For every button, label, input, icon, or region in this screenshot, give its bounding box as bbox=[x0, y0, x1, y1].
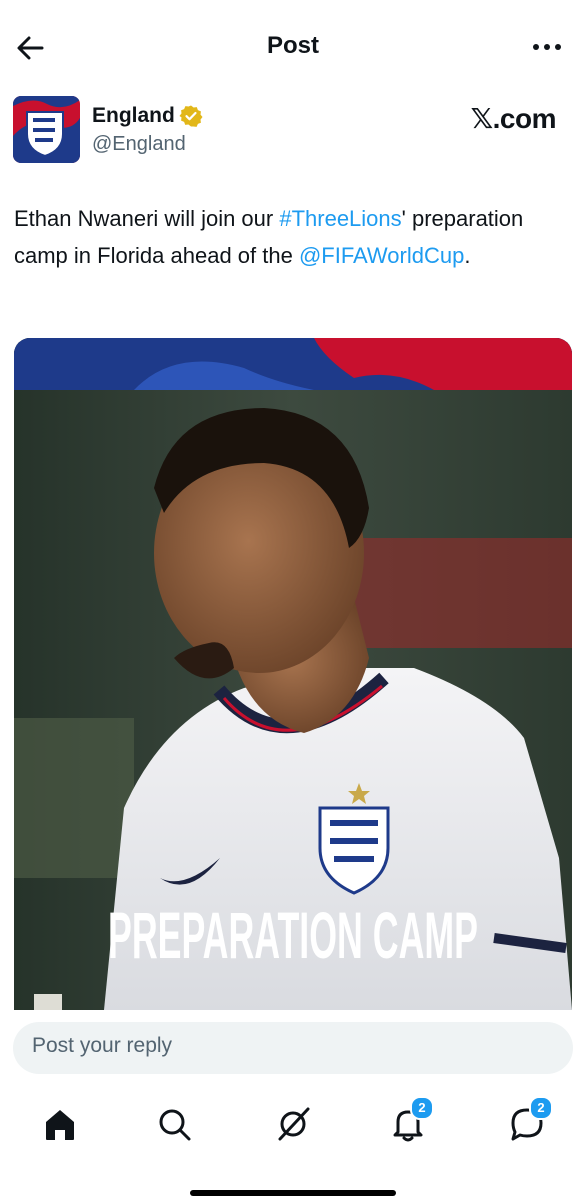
bottom-tab-bar: 2 2 bbox=[0, 1090, 586, 1160]
post-text-part: . bbox=[464, 243, 471, 268]
post-text: Ethan Nwaneri will join our #ThreeLions'… bbox=[14, 200, 570, 274]
mention-link[interactable]: @FIFAWorldCup bbox=[299, 243, 464, 268]
more-options-button[interactable] bbox=[530, 32, 564, 62]
author-name-row[interactable]: England bbox=[92, 104, 203, 128]
player-photo: PREPARATION CAMP bbox=[14, 338, 572, 1010]
overlay-text: PREPARATION CAMP bbox=[108, 898, 478, 972]
author-name[interactable]: England bbox=[92, 104, 175, 128]
tab-grok[interactable] bbox=[271, 1102, 315, 1146]
x-logo-icon: 𝕏 bbox=[470, 102, 494, 135]
grok-icon bbox=[278, 1107, 310, 1141]
x-com-brand: 𝕏.com bbox=[470, 102, 557, 135]
page-title: Post bbox=[266, 32, 319, 59]
reply-input[interactable] bbox=[32, 1034, 532, 1058]
tab-notifications[interactable]: 2 bbox=[386, 1096, 434, 1146]
verified-badge-icon bbox=[179, 105, 203, 127]
post-text-part: Ethan Nwaneri will join our bbox=[14, 206, 280, 231]
avatar[interactable] bbox=[13, 96, 80, 163]
author-handle[interactable]: @England bbox=[92, 133, 186, 156]
notifications-badge: 2 bbox=[410, 1096, 434, 1120]
brand-suffix: .com bbox=[492, 103, 557, 134]
tab-home[interactable] bbox=[38, 1102, 82, 1146]
reply-box[interactable] bbox=[13, 1022, 573, 1074]
tab-search[interactable] bbox=[152, 1102, 196, 1146]
messages-badge: 2 bbox=[529, 1096, 553, 1120]
post-image[interactable]: PREPARATION CAMP bbox=[14, 338, 572, 1010]
search-icon bbox=[159, 1109, 191, 1141]
tab-messages[interactable]: 2 bbox=[505, 1096, 553, 1146]
top-nav: Post bbox=[0, 0, 586, 92]
home-indicator bbox=[190, 1190, 396, 1196]
england-crest-avatar bbox=[13, 96, 80, 163]
home-icon bbox=[46, 1110, 74, 1140]
more-dots-icon bbox=[533, 44, 561, 50]
hashtag-link[interactable]: #ThreeLions bbox=[279, 206, 401, 231]
